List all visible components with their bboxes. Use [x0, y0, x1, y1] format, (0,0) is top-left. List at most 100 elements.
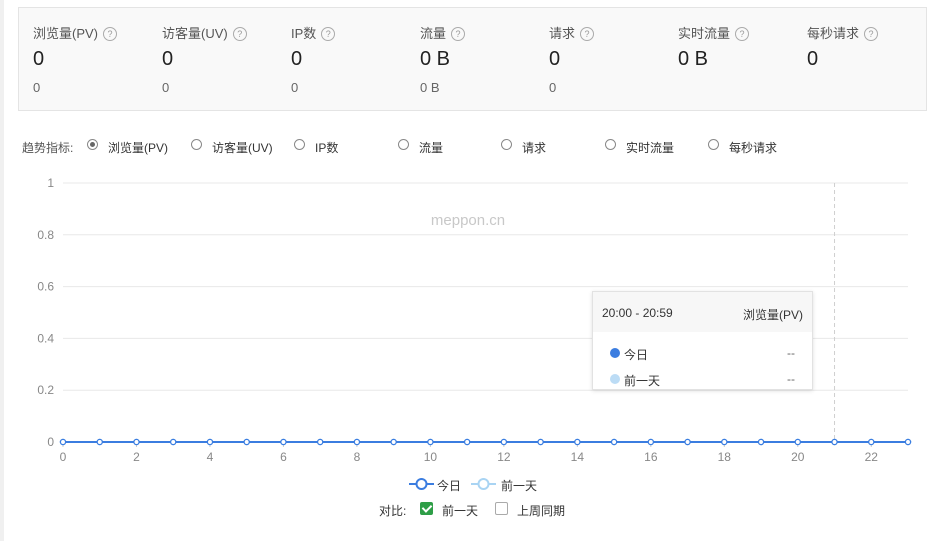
chart-tooltip: 20:00 - 20:59 浏览量(PV) 今日 -- 前一天 --	[592, 291, 813, 390]
tooltip-metric: 浏览量(PV)	[742, 308, 803, 322]
chart-series	[59, 438, 912, 446]
data-point	[243, 438, 250, 446]
series-dot-icon	[610, 374, 620, 384]
radio-icon	[501, 139, 512, 150]
stat-requests-label: 请求?	[549, 23, 595, 42]
data-point	[280, 438, 287, 446]
stat-realtime-traffic-label: 实时流量?	[678, 23, 750, 42]
x-tick-label: 14	[571, 450, 585, 464]
radio-icon	[605, 139, 616, 150]
y-tick-label: 0.8	[37, 228, 54, 242]
stat-qps-value: 0	[807, 48, 819, 70]
data-point	[537, 438, 544, 446]
help-icon[interactable]: ?	[103, 27, 118, 41]
data-point	[574, 438, 581, 446]
help-icon[interactable]: ?	[735, 27, 750, 41]
x-tick-label: 8	[354, 450, 361, 464]
tooltip-row-today: 今日 --	[593, 344, 812, 362]
x-tick-label: 16	[644, 450, 658, 464]
data-point	[831, 438, 838, 446]
data-point	[463, 438, 471, 446]
data-point	[133, 438, 140, 446]
stat-uv-sub: 0	[162, 80, 170, 95]
legend-line-icon	[471, 478, 496, 490]
stat-traffic: 流量? 0 B 0 B	[406, 8, 536, 110]
radio-icon	[708, 139, 719, 150]
stats-panel: 浏览量(PV)? 0 0 访客量(UV)? 0 0 IP数? 0 0 流量? 0…	[18, 7, 927, 111]
series-dot-icon	[610, 348, 620, 358]
trend-selector: 趋势指标: 浏览量(PV) 访客量(UV) IP数 流量 请求 实时流量 每秒请…	[22, 139, 778, 155]
stat-ip-label: IP数?	[291, 23, 336, 42]
x-axis: 0 2 4 6 8 10 12 14 16 18 20 22	[60, 442, 879, 464]
stat-qps-label: 每秒请求?	[807, 23, 879, 42]
stat-ip-sub: 0	[291, 80, 299, 95]
stat-traffic-sub: 0 B	[420, 80, 440, 95]
radio-icon	[294, 139, 305, 150]
stat-uv: 访客量(UV)? 0 0	[148, 8, 278, 110]
stat-requests-value: 0	[549, 48, 561, 70]
x-tick-label: 2	[133, 450, 140, 464]
x-tick-label: 4	[207, 450, 214, 464]
stat-ip-value: 0	[291, 48, 303, 70]
checkbox-icon	[495, 502, 508, 515]
help-icon[interactable]: ?	[451, 27, 466, 41]
x-tick-label: 10	[424, 450, 438, 464]
stat-pv-value: 0	[33, 48, 45, 70]
data-point	[390, 438, 397, 446]
stat-realtime-traffic: 实时流量? 0 B	[664, 8, 794, 110]
y-tick-label: 0.2	[37, 383, 54, 397]
stat-uv-label: 访客量(UV)?	[162, 23, 247, 42]
help-icon[interactable]: ?	[321, 27, 336, 41]
stat-pv-sub: 0	[33, 80, 41, 95]
x-tick-label: 20	[791, 450, 805, 464]
y-axis: 0 0.2 0.4 0.6 0.8 1	[37, 176, 54, 449]
tooltip-row-prev-day: 前一天 --	[593, 370, 812, 388]
stat-traffic-label: 流量?	[420, 23, 466, 42]
data-point	[206, 438, 214, 446]
tooltip-header: 20:00 - 20:59 浏览量(PV)	[593, 292, 812, 332]
x-tick-label: 0	[60, 450, 67, 464]
stat-traffic-value: 0 B	[420, 48, 451, 70]
x-tick-label: 18	[718, 450, 732, 464]
y-tick-label: 0	[47, 435, 54, 449]
data-point	[647, 438, 655, 446]
data-point	[610, 438, 618, 446]
data-point	[353, 438, 361, 446]
data-point	[59, 438, 67, 446]
radio-icon	[87, 139, 98, 150]
x-tick-label: 12	[497, 450, 511, 464]
stat-realtime-traffic-value: 0 B	[678, 48, 709, 70]
data-point	[316, 438, 324, 446]
help-icon[interactable]: ?	[864, 27, 879, 41]
radio-icon	[191, 139, 202, 150]
help-icon[interactable]: ?	[232, 27, 247, 41]
stat-requests: 请求? 0 0	[535, 8, 665, 110]
y-tick-label: 0.6	[37, 280, 54, 294]
legend-line-icon	[409, 478, 434, 490]
stat-ip: IP数? 0 0	[277, 8, 407, 110]
tooltip-time-range: 20:00 - 20:59	[602, 306, 673, 320]
stat-uv-value: 0	[162, 48, 174, 70]
data-point	[96, 438, 103, 446]
stat-qps: 每秒请求? 0	[793, 8, 923, 110]
trend-label: 趋势指标:	[22, 141, 74, 155]
stat-requests-sub: 0	[549, 80, 557, 95]
data-point	[684, 438, 691, 446]
y-tick-label: 1	[47, 176, 54, 190]
x-tick-label: 22	[865, 450, 879, 464]
data-point	[721, 438, 728, 446]
compare-label: 对比:	[379, 504, 407, 518]
data-point	[757, 438, 765, 446]
data-point	[427, 438, 434, 446]
help-icon[interactable]: ?	[580, 27, 595, 41]
x-tick-label: 6	[280, 450, 287, 464]
data-point	[794, 438, 802, 446]
watermark: meppon.cn	[431, 212, 505, 229]
data-point	[169, 438, 177, 446]
y-tick-label: 0.4	[37, 331, 54, 345]
radio-icon	[398, 139, 409, 150]
data-point	[868, 438, 875, 446]
data-point	[500, 438, 508, 446]
data-point	[904, 438, 912, 446]
checkbox-checked-icon	[420, 502, 433, 515]
